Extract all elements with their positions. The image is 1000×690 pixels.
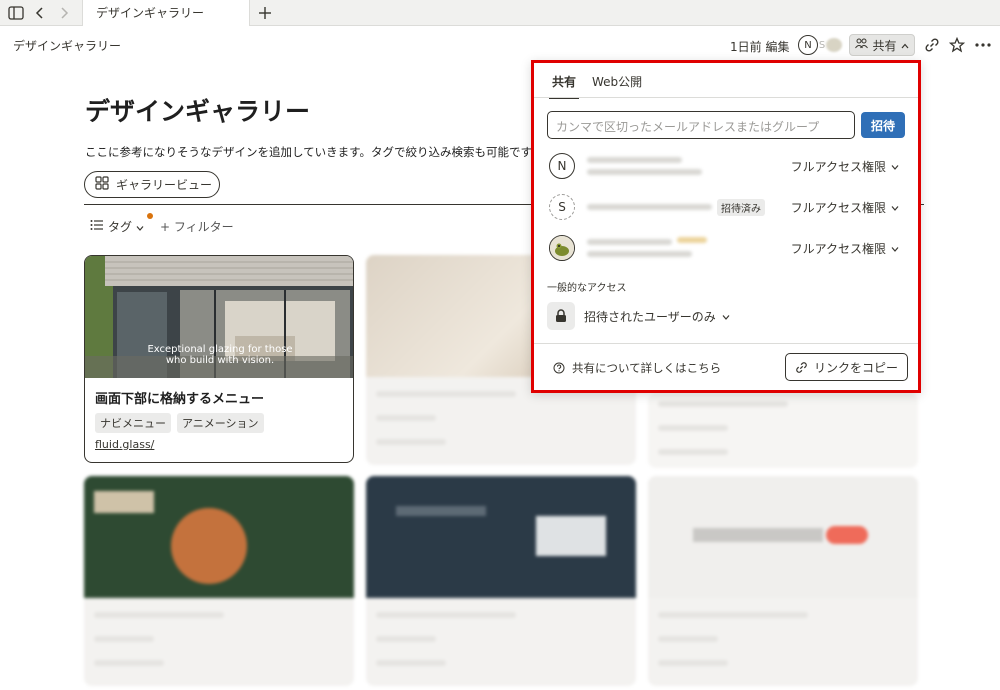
people-icon (855, 38, 869, 52)
tab-title: デザインギャラリー (96, 6, 205, 20)
access-dropdown[interactable]: 招待されたユーザーのみ (584, 308, 730, 325)
help-icon (553, 362, 565, 374)
divider (534, 343, 918, 344)
browser-tab[interactable]: デザインギャラリー (82, 0, 250, 26)
chevron-down-icon (891, 164, 899, 170)
last-edited[interactable]: 1日前 編集 (730, 38, 789, 55)
page-header: デザインギャラリー 1日前 編集 N S 共有 (0, 26, 1000, 64)
learn-more-link[interactable]: 共有について詳しくはこちら (553, 360, 721, 376)
frog-icon (550, 236, 574, 260)
gallery-card[interactable] (84, 476, 354, 686)
list-icon (90, 219, 104, 234)
permission-dropdown[interactable]: フルアクセス権限 (791, 240, 899, 257)
member-row: S 招待済み フルアクセス権限 (547, 189, 907, 223)
chevron-down-icon (891, 205, 899, 211)
new-tab-icon[interactable] (255, 3, 275, 23)
share-label: 共有 (872, 38, 897, 53)
member-row: フルアクセス権限 (547, 230, 907, 264)
chevron-down-icon (136, 220, 144, 234)
tab-share[interactable]: 共有 (544, 63, 584, 99)
tag-chip: ナビメニュー (95, 413, 171, 433)
filter-button[interactable]: + フィルター (160, 218, 234, 235)
thumbnail-caption: Exceptional glazing for those who build … (147, 344, 293, 366)
avatar[interactable] (826, 38, 842, 52)
card-tags: ナビメニュー アニメーション (95, 413, 264, 433)
copy-link-button[interactable]: リンクをコピー (785, 353, 908, 381)
invited-badge: 招待済み (717, 199, 765, 216)
back-icon[interactable] (30, 3, 50, 23)
grid-icon (95, 176, 109, 193)
gallery-card[interactable]: Exceptional glazing for those who build … (84, 255, 354, 463)
card-thumbnail: Exceptional glazing for those who build … (85, 256, 353, 378)
card-thumbnail (366, 476, 636, 598)
tag-chip: アニメーション (177, 413, 264, 433)
chevron-down-icon (722, 314, 730, 320)
chevron-up-icon (901, 38, 909, 52)
page-description: ここに参考になりそうなデザインを追加していきます。タグで絞り込み検索も可能です (85, 145, 533, 159)
link-icon (796, 361, 807, 373)
invite-email-input[interactable]: カンマで区切ったメールアドレスまたはグループ (547, 111, 855, 139)
star-icon[interactable] (948, 36, 966, 54)
breadcrumb[interactable]: デザインギャラリー (13, 37, 121, 54)
card-thumbnail (648, 476, 918, 598)
permission-dropdown[interactable]: フルアクセス権限 (791, 199, 899, 216)
gallery-card[interactable] (648, 393, 918, 468)
lock-icon (547, 302, 575, 330)
page-title: デザインギャラリー (85, 97, 311, 126)
member-row: N フルアクセス権限 (547, 148, 907, 182)
divider (534, 97, 918, 98)
chevron-down-icon (891, 246, 899, 252)
forward-icon[interactable] (54, 3, 74, 23)
avatar: S (549, 194, 575, 220)
active-indicator (147, 213, 153, 219)
gallery-card[interactable] (648, 476, 918, 686)
card-title: 画面下部に格納するメニュー (95, 392, 265, 407)
avatar (549, 235, 575, 261)
card-thumbnail (84, 476, 354, 598)
avatar: N (549, 153, 575, 179)
invite-button[interactable]: 招待 (861, 112, 905, 138)
share-button[interactable]: 共有 (849, 34, 915, 56)
browser-tab-bar: デザインギャラリー (0, 0, 1000, 26)
general-access-label: 一般的なアクセス (547, 283, 627, 294)
card-link[interactable]: fluid.glass/ (95, 438, 154, 451)
link-icon[interactable] (923, 36, 941, 54)
view-label: ギャラリービュー (116, 178, 213, 192)
permission-dropdown[interactable]: フルアクセス権限 (791, 158, 899, 175)
sidebar-toggle-icon[interactable] (6, 3, 26, 23)
more-icon[interactable] (974, 36, 992, 54)
share-tabs: 共有 Web公開 (544, 63, 650, 99)
gallery-card[interactable] (366, 476, 636, 686)
tab-web-publish[interactable]: Web公開 (584, 63, 650, 97)
share-popover: 共有 Web公開 カンマで区切ったメールアドレスまたはグループ 招待 N フルア… (531, 60, 921, 393)
gallery-view-tab[interactable]: ギャラリービュー (84, 171, 220, 198)
tag-sort-button[interactable]: タグ (90, 218, 144, 235)
tag-label: タグ (108, 220, 133, 234)
